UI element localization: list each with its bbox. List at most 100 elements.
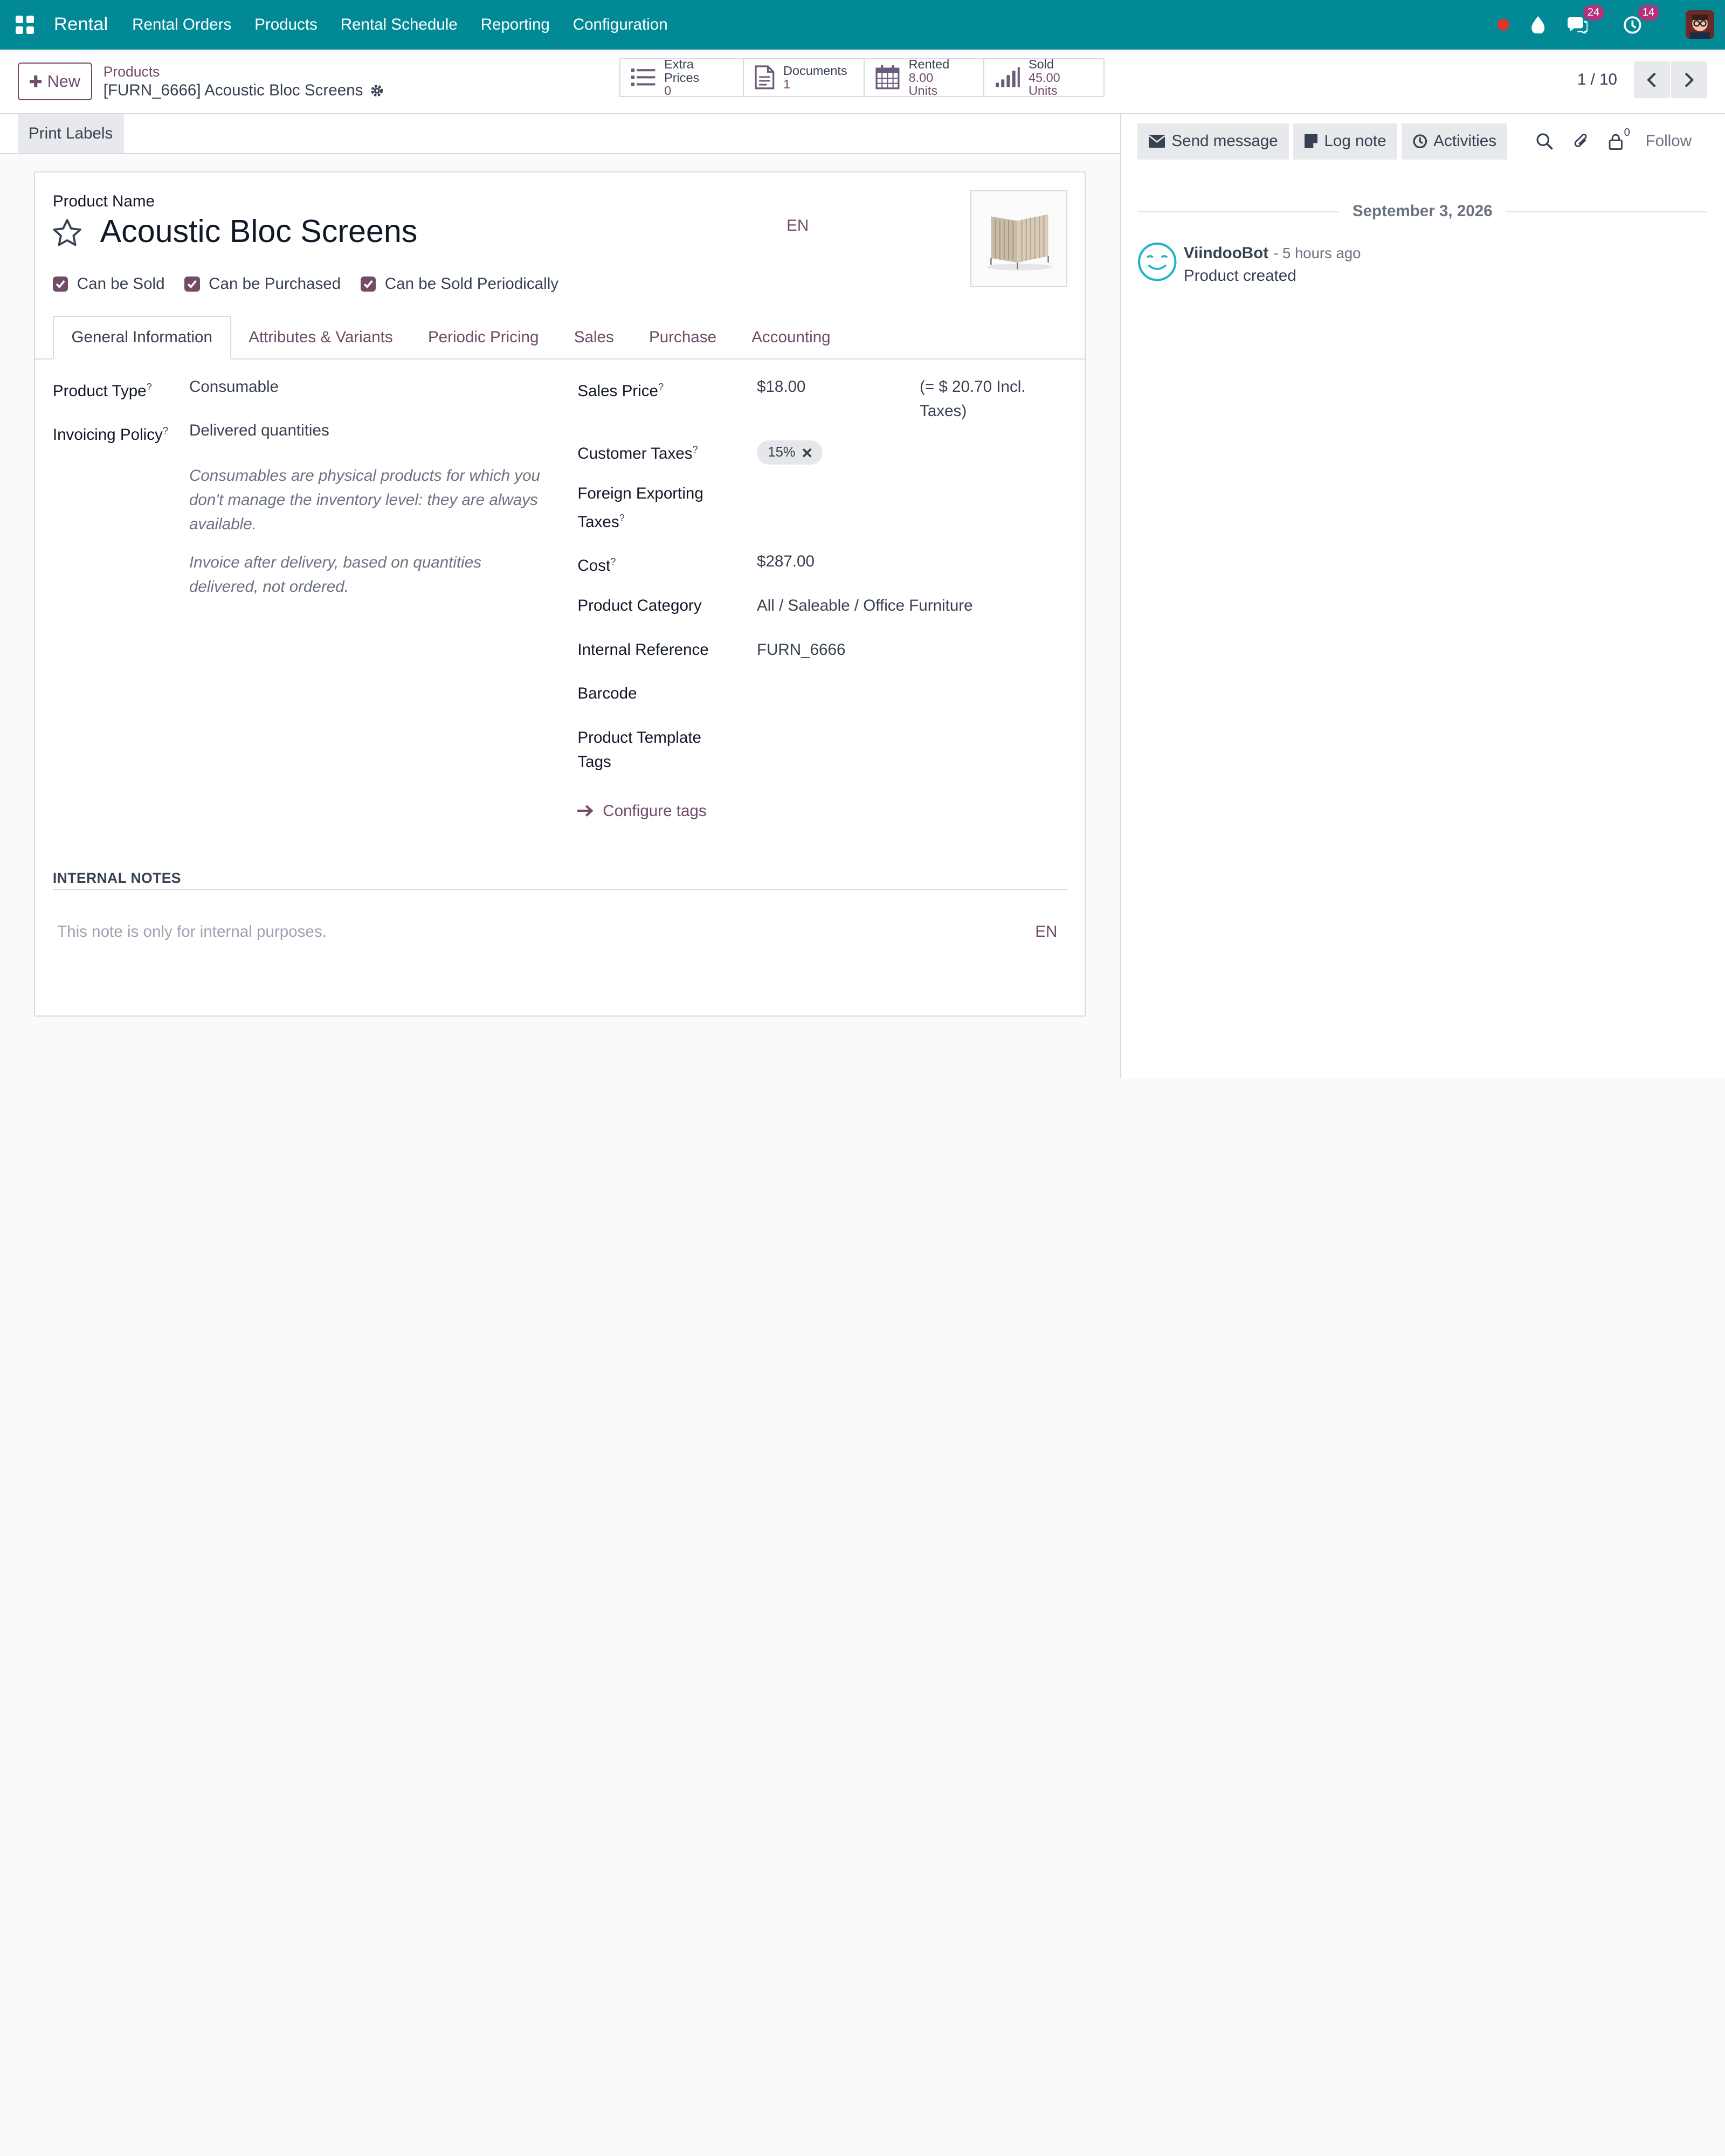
acoustic-screen-image-icon xyxy=(986,214,1053,271)
app-root: Rental Rental Orders Products Rental Sch… xyxy=(0,0,1725,1078)
product-type-row: Product Type? xyxy=(53,375,152,404)
search-icon[interactable] xyxy=(1536,133,1554,150)
sold-button[interactable]: Sold 45.00 Units xyxy=(984,58,1103,97)
print-labels-button[interactable]: Print Labels xyxy=(17,114,124,153)
activities-button[interactable]: Activities xyxy=(1402,123,1508,160)
chevron-left-icon xyxy=(1647,72,1656,87)
tab-attributes-variants[interactable]: Attributes & Variants xyxy=(231,316,411,360)
can-be-sold-checkbox[interactable]: Can be Sold xyxy=(52,275,165,293)
pager-value[interactable]: 1 / 10 xyxy=(1577,71,1617,89)
internal-notes-input[interactable]: This note is only for internal purposes. xyxy=(57,923,327,941)
documents-text: Documents 1 xyxy=(783,64,847,91)
internal-reference-field[interactable]: FURN_6666 xyxy=(757,638,845,662)
send-message-button[interactable]: Send message xyxy=(1137,123,1289,160)
bar-chart-icon xyxy=(995,67,1020,88)
template-tags-field[interactable] xyxy=(757,726,1065,750)
checkbox-check-icon xyxy=(52,276,68,292)
paperclip-icon[interactable] xyxy=(1574,132,1589,151)
checkbox-check-icon xyxy=(360,276,376,292)
extra-prices-text: Extra Prices 0 xyxy=(664,58,732,97)
app-brand[interactable]: Rental xyxy=(54,14,108,35)
product-type-field[interactable]: Consumable xyxy=(189,375,279,399)
breadcrumb-current: [FURN_6666] Acoustic Bloc Screens xyxy=(104,81,384,100)
template-tags-row: Product Template Tags xyxy=(577,726,701,775)
template-tags-label: Product Template Tags xyxy=(577,728,701,771)
product-type-hint: Consumables are physical products for wh… xyxy=(189,467,540,533)
product-name-lang-button[interactable]: EN xyxy=(786,217,809,235)
send-message-label: Send message xyxy=(1171,132,1278,150)
product-name-label: Product Name xyxy=(52,192,155,211)
log-note-label: Log note xyxy=(1324,132,1386,150)
menu-configuration[interactable]: Configuration xyxy=(573,16,668,34)
customer-taxes-field[interactable]: 15% xyxy=(757,440,823,465)
pager-previous-button[interactable] xyxy=(1633,61,1670,98)
message-author[interactable]: ViindooBot xyxy=(1184,244,1268,262)
pager-next-button[interactable] xyxy=(1671,61,1708,98)
cost-field[interactable]: $287.00 xyxy=(757,550,815,574)
barcode-field[interactable] xyxy=(757,682,1065,706)
configure-tags-link[interactable]: Configure tags xyxy=(577,801,707,820)
extra-prices-button[interactable]: Extra Prices 0 xyxy=(620,58,744,97)
chat-icon[interactable]: 24 xyxy=(1567,5,1604,36)
product-name-input[interactable]: Acoustic Bloc Screens xyxy=(100,212,418,250)
tab-periodic-pricing[interactable]: Periodic Pricing xyxy=(410,316,556,360)
activity-clock-icon[interactable]: 14 xyxy=(1622,5,1659,36)
list-icon xyxy=(631,68,656,86)
log-note-button[interactable]: Log note xyxy=(1293,123,1397,160)
note-icon xyxy=(1304,134,1318,149)
tab-general-information[interactable]: General Information xyxy=(52,315,231,360)
sales-price-field[interactable]: $18.00 xyxy=(757,375,805,399)
documents-button[interactable]: Documents 1 xyxy=(743,59,865,96)
configure-tags-label: Configure tags xyxy=(603,801,707,820)
can-be-purchased-checkbox[interactable]: Can be Purchased xyxy=(184,275,341,293)
chatter-tools: 0 Follow xyxy=(1536,127,1692,151)
rented-button[interactable]: Rented 8.00 Units xyxy=(865,58,985,98)
followers-button[interactable]: 0 xyxy=(1609,127,1630,150)
foreign-taxes-row: Foreign Exporting Taxes? xyxy=(577,482,703,535)
invoicing-policy-field[interactable]: Delivered quantities xyxy=(189,419,329,443)
can-be-sold-label: Can be Sold xyxy=(77,275,165,293)
can-be-sold-periodically-checkbox[interactable]: Can be Sold Periodically xyxy=(360,275,558,293)
rented-unit: Units xyxy=(908,84,938,98)
lock-icon xyxy=(1609,134,1623,150)
date-separator: September 3, 2026 xyxy=(1137,202,1708,220)
gear-icon[interactable] xyxy=(370,84,384,98)
product-image[interactable] xyxy=(970,190,1067,287)
customer-taxes-label: Customer Taxes? xyxy=(577,444,698,463)
invoicing-policy-hint: Invoice after delivery, based on quantit… xyxy=(189,554,481,596)
chatter-topbar: Send message Log note Activities 0 Follo… xyxy=(1137,123,1692,160)
breadcrumb: Products [FURN_6666] Acoustic Bloc Scree… xyxy=(104,63,384,100)
tax-tag: 15% xyxy=(757,440,823,465)
product-category-label: Product Category xyxy=(577,596,702,614)
remove-tag-icon[interactable] xyxy=(802,448,812,458)
breadcrumb-products[interactable]: Products xyxy=(104,63,384,81)
menu-rental-schedule[interactable]: Rental Schedule xyxy=(341,16,458,34)
top-navbar: Rental Rental Orders Products Rental Sch… xyxy=(0,0,1725,50)
invoicing-policy-row: Invoicing Policy? xyxy=(53,419,168,447)
message-content: ViindooBot - 5 hours ago Product created xyxy=(1184,242,1361,285)
can-be-purchased-label: Can be Purchased xyxy=(209,275,341,293)
menu-reporting[interactable]: Reporting xyxy=(481,16,550,34)
tax-tag-label: 15% xyxy=(768,445,796,460)
drop-icon[interactable] xyxy=(1527,14,1549,36)
form-sheet: Product Name Acoustic Bloc Screens EN Ca… xyxy=(34,171,1086,1017)
internal-reference-label: Internal Reference xyxy=(577,640,709,659)
menu-products[interactable]: Products xyxy=(254,16,318,34)
apps-grid-icon[interactable] xyxy=(15,15,34,34)
tab-accounting[interactable]: Accounting xyxy=(734,316,848,360)
menu-rental-orders[interactable]: Rental Orders xyxy=(132,16,231,34)
tab-purchase[interactable]: Purchase xyxy=(631,316,734,360)
product-category-field[interactable]: All / Saleable / Office Furniture xyxy=(757,594,973,618)
favorite-star-icon[interactable] xyxy=(51,217,84,250)
activities-badge: 14 xyxy=(1638,5,1659,20)
product-type-label: Product Type? xyxy=(52,381,152,400)
calendar-icon xyxy=(875,65,900,89)
bot-avatar-icon[interactable] xyxy=(1137,242,1177,281)
user-avatar[interactable] xyxy=(1685,10,1714,39)
follow-button[interactable]: Follow xyxy=(1646,132,1692,150)
record-dot-icon[interactable] xyxy=(1497,18,1510,31)
tab-sales[interactable]: Sales xyxy=(556,316,631,360)
internal-notes-lang-button[interactable]: EN xyxy=(1035,923,1057,941)
new-button[interactable]: New xyxy=(17,63,93,100)
extra-prices-value: 0 xyxy=(664,84,672,98)
